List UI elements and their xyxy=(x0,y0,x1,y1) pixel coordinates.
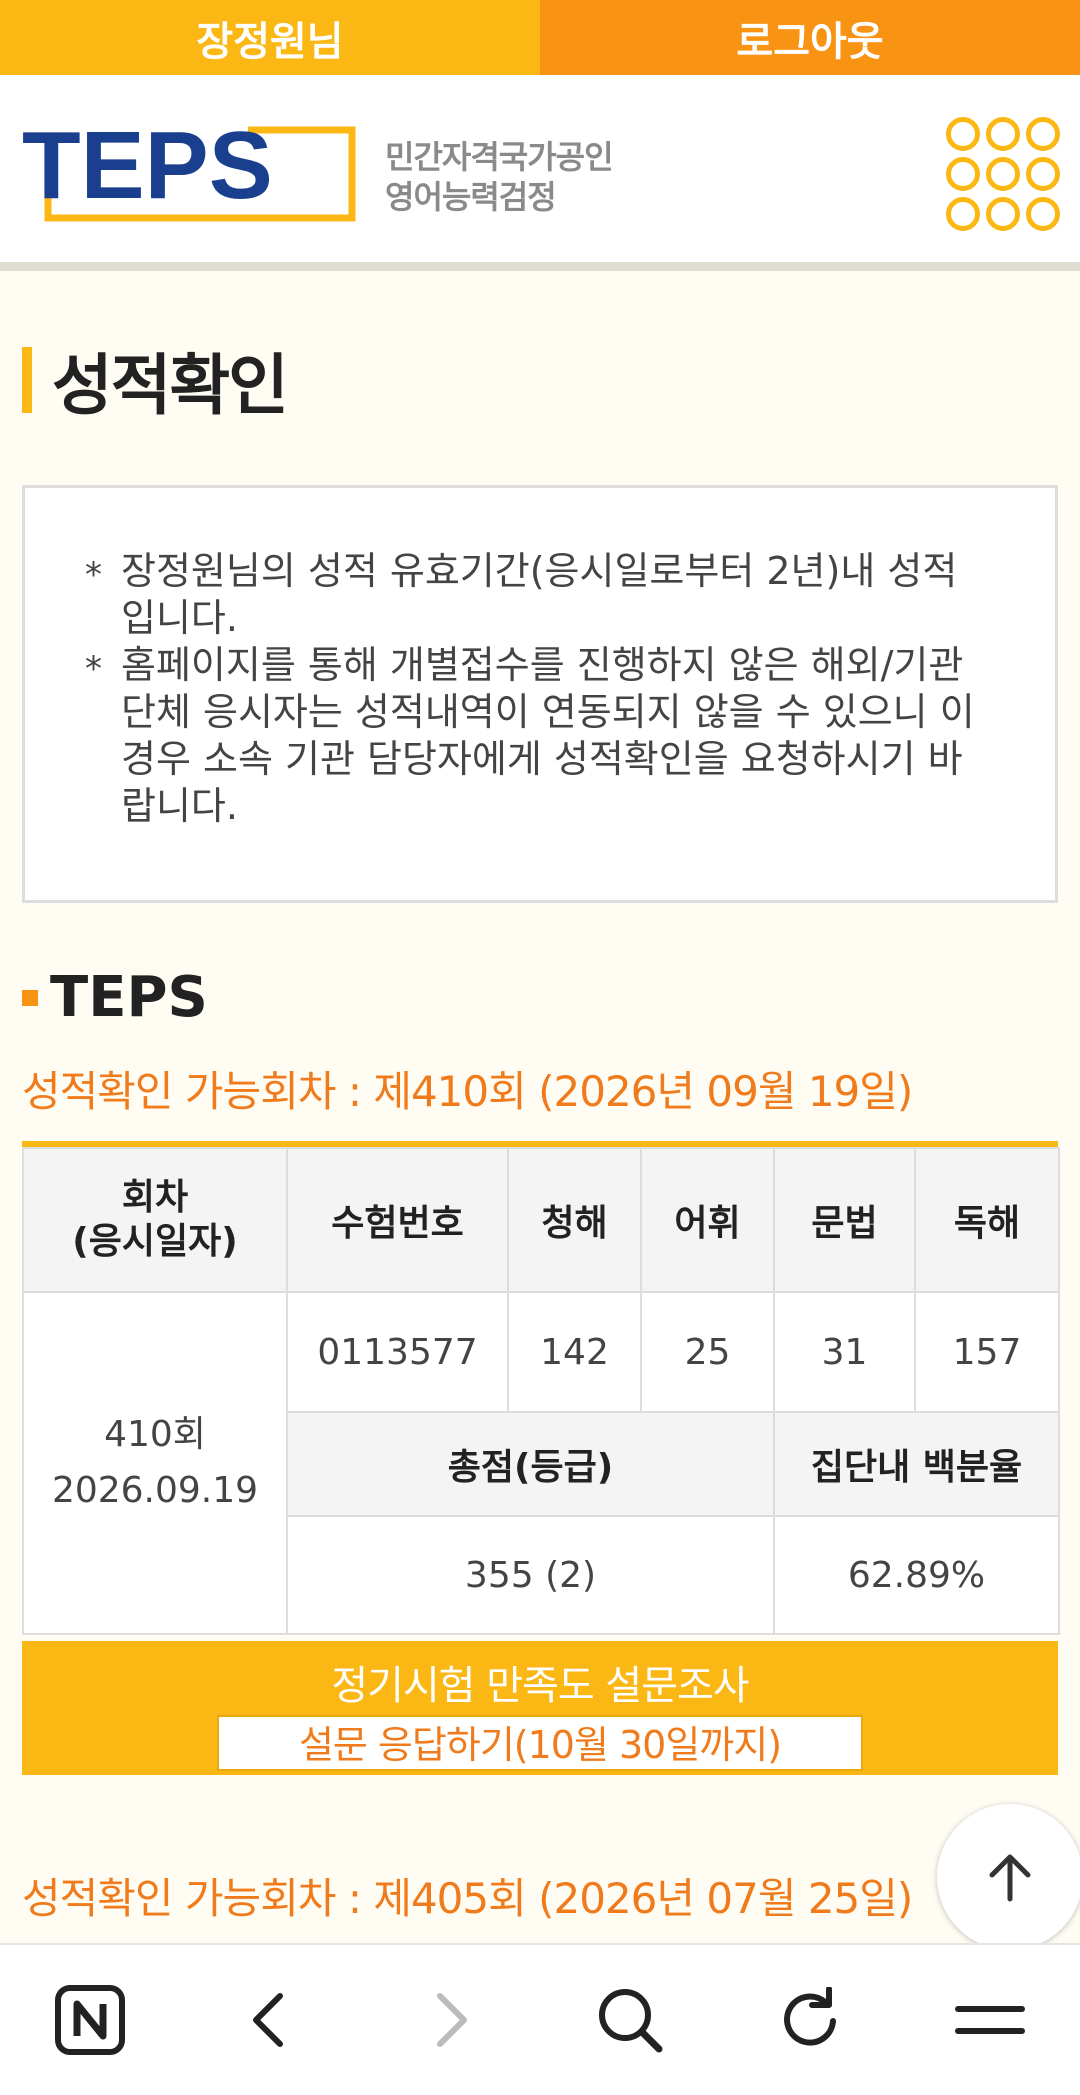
menu-button[interactable] xyxy=(900,1945,1080,2095)
header-grammar: 문법 xyxy=(773,1147,916,1293)
notice-line-1: 장정원님의 성적 유효기간(응시일로부터 2년)내 성적 입니다. xyxy=(85,548,995,642)
vocab-score: 25 xyxy=(640,1291,775,1413)
browser-bottom-nav xyxy=(0,1943,1080,2095)
listening-score: 142 xyxy=(507,1291,642,1413)
logo-subtitle-line1: 민간자격국가공인 xyxy=(385,138,614,176)
page-title-text: 성적확인 xyxy=(52,347,289,424)
refresh-button[interactable] xyxy=(720,1945,900,2095)
back-icon xyxy=(253,1993,283,2047)
arrow-up-icon xyxy=(989,1854,1031,1902)
available-round-2: 성적확인 가능회차 : 제405회 (2026년 07월 25일) xyxy=(22,1874,913,1923)
title-accent-bar xyxy=(22,347,32,413)
notice-line-2: 홈페이지를 통해 개별접수를 진행하지 않은 해외/기관 단체 응시자는 성적내… xyxy=(85,642,995,830)
score-table: 회차 (응시일자) 수험번호 청해 어휘 문법 독해 410회 2026.09.… xyxy=(22,1141,1060,1635)
site-header: TEPS 민간자격국가공인 영어능력검정 xyxy=(0,75,1080,271)
round-cell: 410회 2026.09.19 xyxy=(22,1291,288,1635)
section-bullet xyxy=(22,989,38,1006)
grid-menu-icon[interactable] xyxy=(946,117,1060,231)
scroll-top-button[interactable] xyxy=(937,1804,1080,1950)
total-score: 355 (2) xyxy=(286,1515,775,1635)
refresh-icon xyxy=(784,1987,836,2046)
logout-button[interactable]: 로그아웃 xyxy=(540,0,1080,75)
percentile-value: 62.89% xyxy=(773,1515,1060,1635)
section-title: TEPS xyxy=(50,965,208,1030)
top-bar: 장정원님 로그아웃 xyxy=(0,0,1080,75)
header-total: 총점(등급) xyxy=(286,1411,775,1517)
logo-text: TEPS xyxy=(22,120,273,219)
grammar-score: 31 xyxy=(773,1291,916,1413)
available-round-1: 성적확인 가능회차 : 제410회 (2026년 09월 19일) xyxy=(22,1067,913,1116)
round-label: 410회 xyxy=(104,1414,206,1455)
header-percentile: 집단내 백분율 xyxy=(773,1411,1060,1517)
round-date: 2026.09.19 xyxy=(51,1470,259,1511)
search-button[interactable] xyxy=(540,1945,720,2095)
page-title: 성적확인 xyxy=(22,345,289,424)
search-icon xyxy=(599,1989,663,2053)
header-vocab: 어휘 xyxy=(640,1147,775,1293)
section-heading: TEPS xyxy=(22,965,208,1030)
user-name-button[interactable]: 장정원님 xyxy=(0,0,540,75)
naver-home-icon xyxy=(55,1985,125,2055)
survey-banner: 정기시험 만족도 설문조사 설문 응답하기(10월 30일까지) xyxy=(22,1641,1058,1775)
naver-home-button[interactable] xyxy=(0,1945,180,2095)
exam-no-value: 0113577 xyxy=(286,1291,509,1413)
header-exam-no: 수험번호 xyxy=(286,1147,509,1293)
reading-score: 157 xyxy=(914,1291,1060,1413)
forward-icon xyxy=(437,1993,467,2047)
teps-logo[interactable]: TEPS xyxy=(22,120,362,230)
header-round: 회차 (응시일자) xyxy=(22,1147,288,1293)
notice-box: 장정원님의 성적 유효기간(응시일로부터 2년)내 성적 입니다. 홈페이지를 … xyxy=(22,485,1058,903)
survey-title: 정기시험 만족도 설문조사 xyxy=(331,1663,749,1709)
logo-subtitle-line2: 영어능력검정 xyxy=(385,178,557,216)
header-listening: 청해 xyxy=(507,1147,642,1293)
header-reading: 독해 xyxy=(914,1147,1060,1293)
survey-answer-button[interactable]: 설문 응답하기(10월 30일까지) xyxy=(217,1715,863,1771)
back-button[interactable] xyxy=(180,1945,360,2095)
menu-icon xyxy=(955,2006,1025,2034)
logo-subtitle: 민간자격국가공인 영어능력검정 xyxy=(385,137,614,217)
forward-button[interactable] xyxy=(360,1945,540,2095)
